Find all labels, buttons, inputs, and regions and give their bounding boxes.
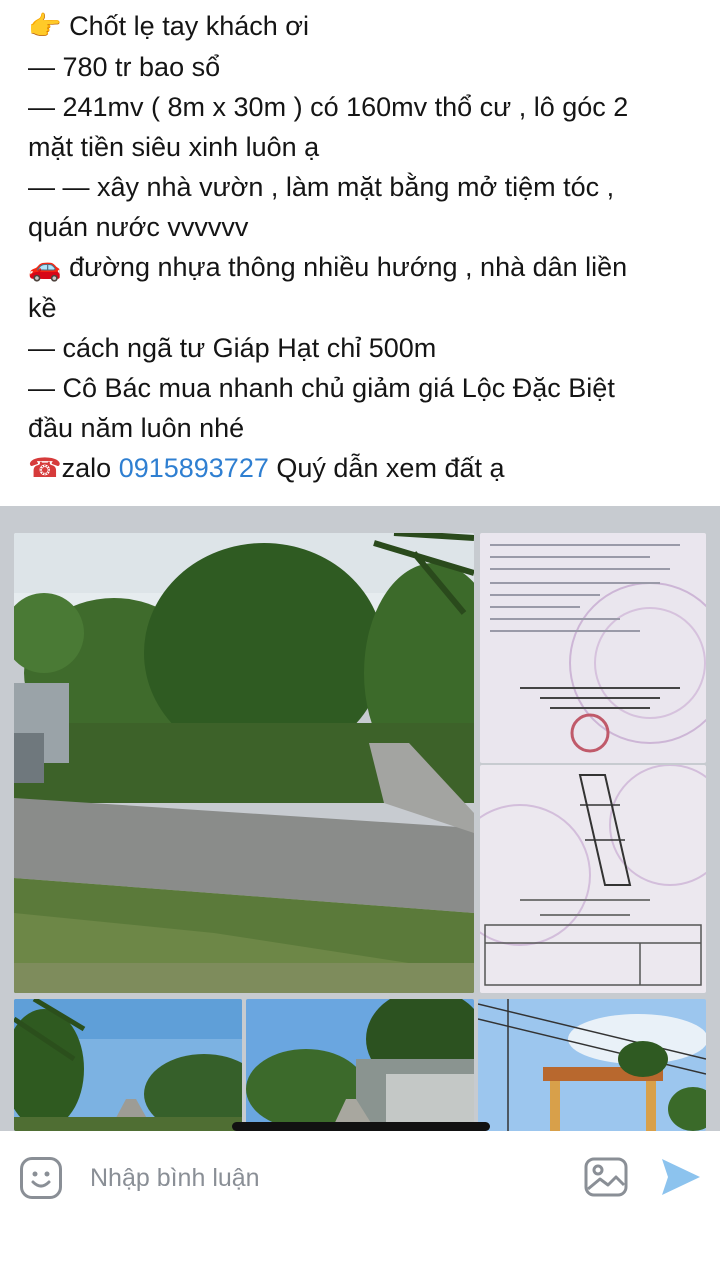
post-line-5: — — xây nhà vườn , làm mặt bằng mở tiệm … bbox=[28, 172, 615, 202]
post-line-11: đầu năm luôn nhé bbox=[28, 413, 245, 443]
send-icon bbox=[662, 1159, 700, 1195]
post-line-3: — 241mv ( 8m x 30m ) có 160mv thổ cư , l… bbox=[28, 92, 629, 122]
photo-gallery bbox=[0, 506, 720, 1131]
post-line-12: ☎zalo 0915893727 Quý dẫn xem đất ạ bbox=[28, 453, 505, 484]
land-certificate-photo-2[interactable] bbox=[480, 765, 706, 993]
phone-link[interactable]: 0915893727 bbox=[119, 453, 269, 483]
road-photo-2[interactable] bbox=[246, 999, 474, 1131]
post-text: 👉 Chốt lẹ tay khách ơi — 780 tr bao sổ —… bbox=[28, 6, 708, 489]
road-photo-1[interactable] bbox=[14, 999, 242, 1131]
send-button[interactable] bbox=[658, 1155, 702, 1199]
car-icon: 🚗 bbox=[28, 252, 62, 283]
post-line-6: quán nước vvvvvv bbox=[28, 212, 249, 242]
post-line-9: — cách ngã tư Giáp Hạt chỉ 500m bbox=[28, 333, 437, 363]
post-line-8: kề bbox=[28, 293, 57, 323]
telephone-icon: ☎ bbox=[28, 453, 62, 484]
sticker-button[interactable] bbox=[20, 1157, 62, 1199]
road-land-photo[interactable] bbox=[14, 533, 474, 993]
comment-composer bbox=[0, 1131, 720, 1277]
home-indicator bbox=[232, 1122, 490, 1131]
image-icon bbox=[584, 1157, 628, 1197]
land-certificate-photo-1[interactable] bbox=[480, 533, 706, 763]
smiley-icon bbox=[31, 1171, 51, 1188]
pointing-hand-icon: 👉 bbox=[28, 11, 62, 42]
post-line-4: mặt tiền siêu xinh luôn ạ bbox=[28, 132, 320, 162]
village-gate-photo[interactable] bbox=[478, 999, 706, 1131]
image-button[interactable] bbox=[584, 1157, 628, 1197]
comment-input[interactable] bbox=[90, 1157, 530, 1199]
post-line-2: — 780 tr bao sổ bbox=[28, 52, 221, 82]
post-line-1: 👉 Chốt lẹ tay khách ơi bbox=[28, 11, 309, 42]
post-line-10: — Cô Bác mua nhanh chủ giảm giá Lộc Đặc … bbox=[28, 373, 615, 403]
post-line-7: 🚗 đường nhựa thông nhiều hướng , nhà dân… bbox=[28, 252, 628, 283]
